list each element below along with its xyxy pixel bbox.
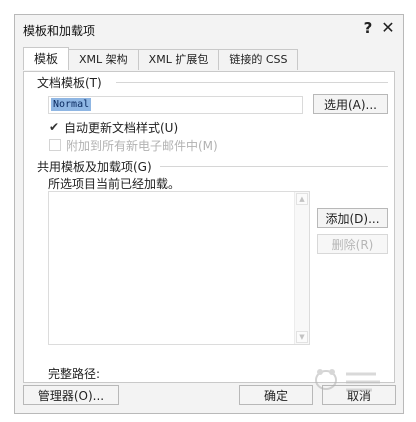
close-icon[interactable]: ✕ — [379, 19, 397, 37]
templates-and-addins-dialog: 模板和加载项 ? ✕ 模板 XML 架构 XML 扩展包 链接的 CSS 文档模… — [14, 14, 404, 414]
scroll-down-icon[interactable]: ▼ — [296, 331, 308, 343]
document-template-group-label: 文档模板(T) — [37, 76, 102, 90]
auto-update-styles-label: 自动更新文档样式(U) — [64, 120, 179, 135]
global-templates-list[interactable]: ▲ ▼ — [48, 191, 310, 345]
organizer-button[interactable]: 管理器(O)... — [23, 385, 119, 405]
document-template-input[interactable]: Normal — [48, 96, 303, 114]
loaded-status-text: 所选项目当前已经加载。 — [48, 177, 181, 191]
document-template-value: Normal — [51, 98, 92, 111]
help-icon[interactable]: ? — [359, 19, 377, 37]
check-icon: ✔ — [48, 120, 60, 134]
unchecked-box-icon — [49, 139, 61, 151]
attach-to-email-checkbox[interactable]: 附加到所有新电子邮件中(M) — [48, 137, 218, 153]
window-title: 模板和加载项 — [23, 24, 96, 38]
add-button[interactable]: 添加(D)... — [317, 208, 388, 228]
templates-tab-panel: 文档模板(T) Normal 选用(A)... ✔ 自动更新文档样式(U) 附加… — [23, 71, 395, 383]
tab-templates[interactable]: 模板 — [23, 47, 70, 70]
tab-xml-schema[interactable]: XML 架构 — [68, 49, 139, 70]
group-divider — [160, 166, 388, 167]
auto-update-styles-checkbox[interactable]: ✔ 自动更新文档样式(U) — [48, 119, 178, 135]
group-divider — [116, 82, 388, 83]
ok-button[interactable]: 确定 — [239, 385, 313, 405]
remove-button[interactable]: 删除(R) — [317, 234, 388, 254]
tab-linked-css[interactable]: 链接的 CSS — [218, 49, 299, 70]
tab-strip: 模板 XML 架构 XML 扩展包 链接的 CSS — [23, 47, 299, 71]
tab-xml-expansion-packs[interactable]: XML 扩展包 — [137, 49, 220, 70]
attach-to-email-label: 附加到所有新电子邮件中(M) — [66, 138, 218, 153]
scroll-up-icon[interactable]: ▲ — [296, 193, 308, 205]
list-scrollbar[interactable]: ▲ ▼ — [294, 192, 309, 344]
full-path-label: 完整路径: — [48, 367, 101, 381]
global-templates-group-label: 共用模板及加载项(G) — [37, 160, 152, 174]
watermark-logo-icon — [315, 369, 380, 392]
title-bar: 模板和加载项 ? ✕ — [15, 15, 403, 43]
attach-button[interactable]: 选用(A)... — [313, 94, 388, 114]
